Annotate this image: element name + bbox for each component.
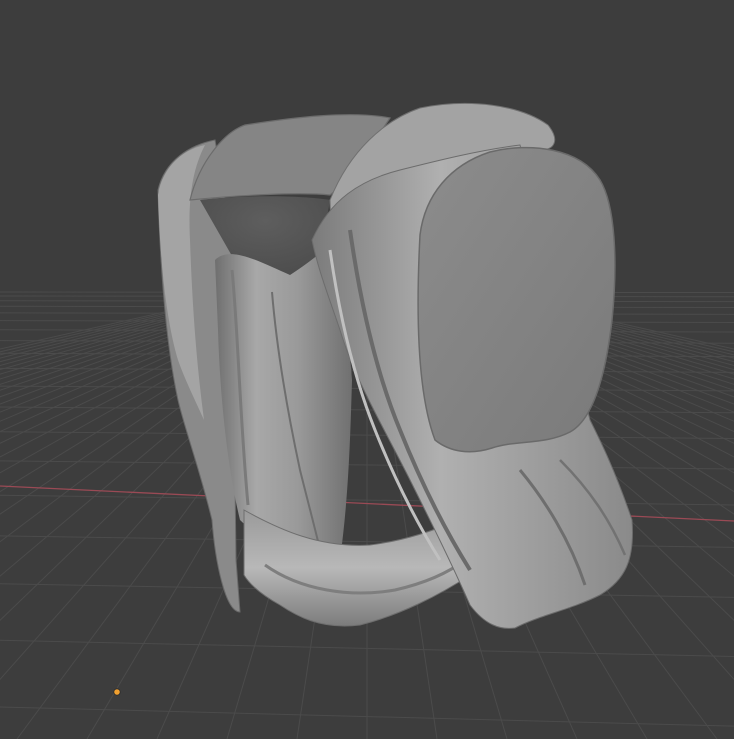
3d-viewport[interactable] xyxy=(0,0,734,739)
sculpted-mesh[interactable] xyxy=(157,103,634,629)
object-origin-point[interactable] xyxy=(113,688,121,696)
viewport-canvas[interactable] xyxy=(0,0,734,739)
mesh-sleeve-cut xyxy=(417,146,616,453)
